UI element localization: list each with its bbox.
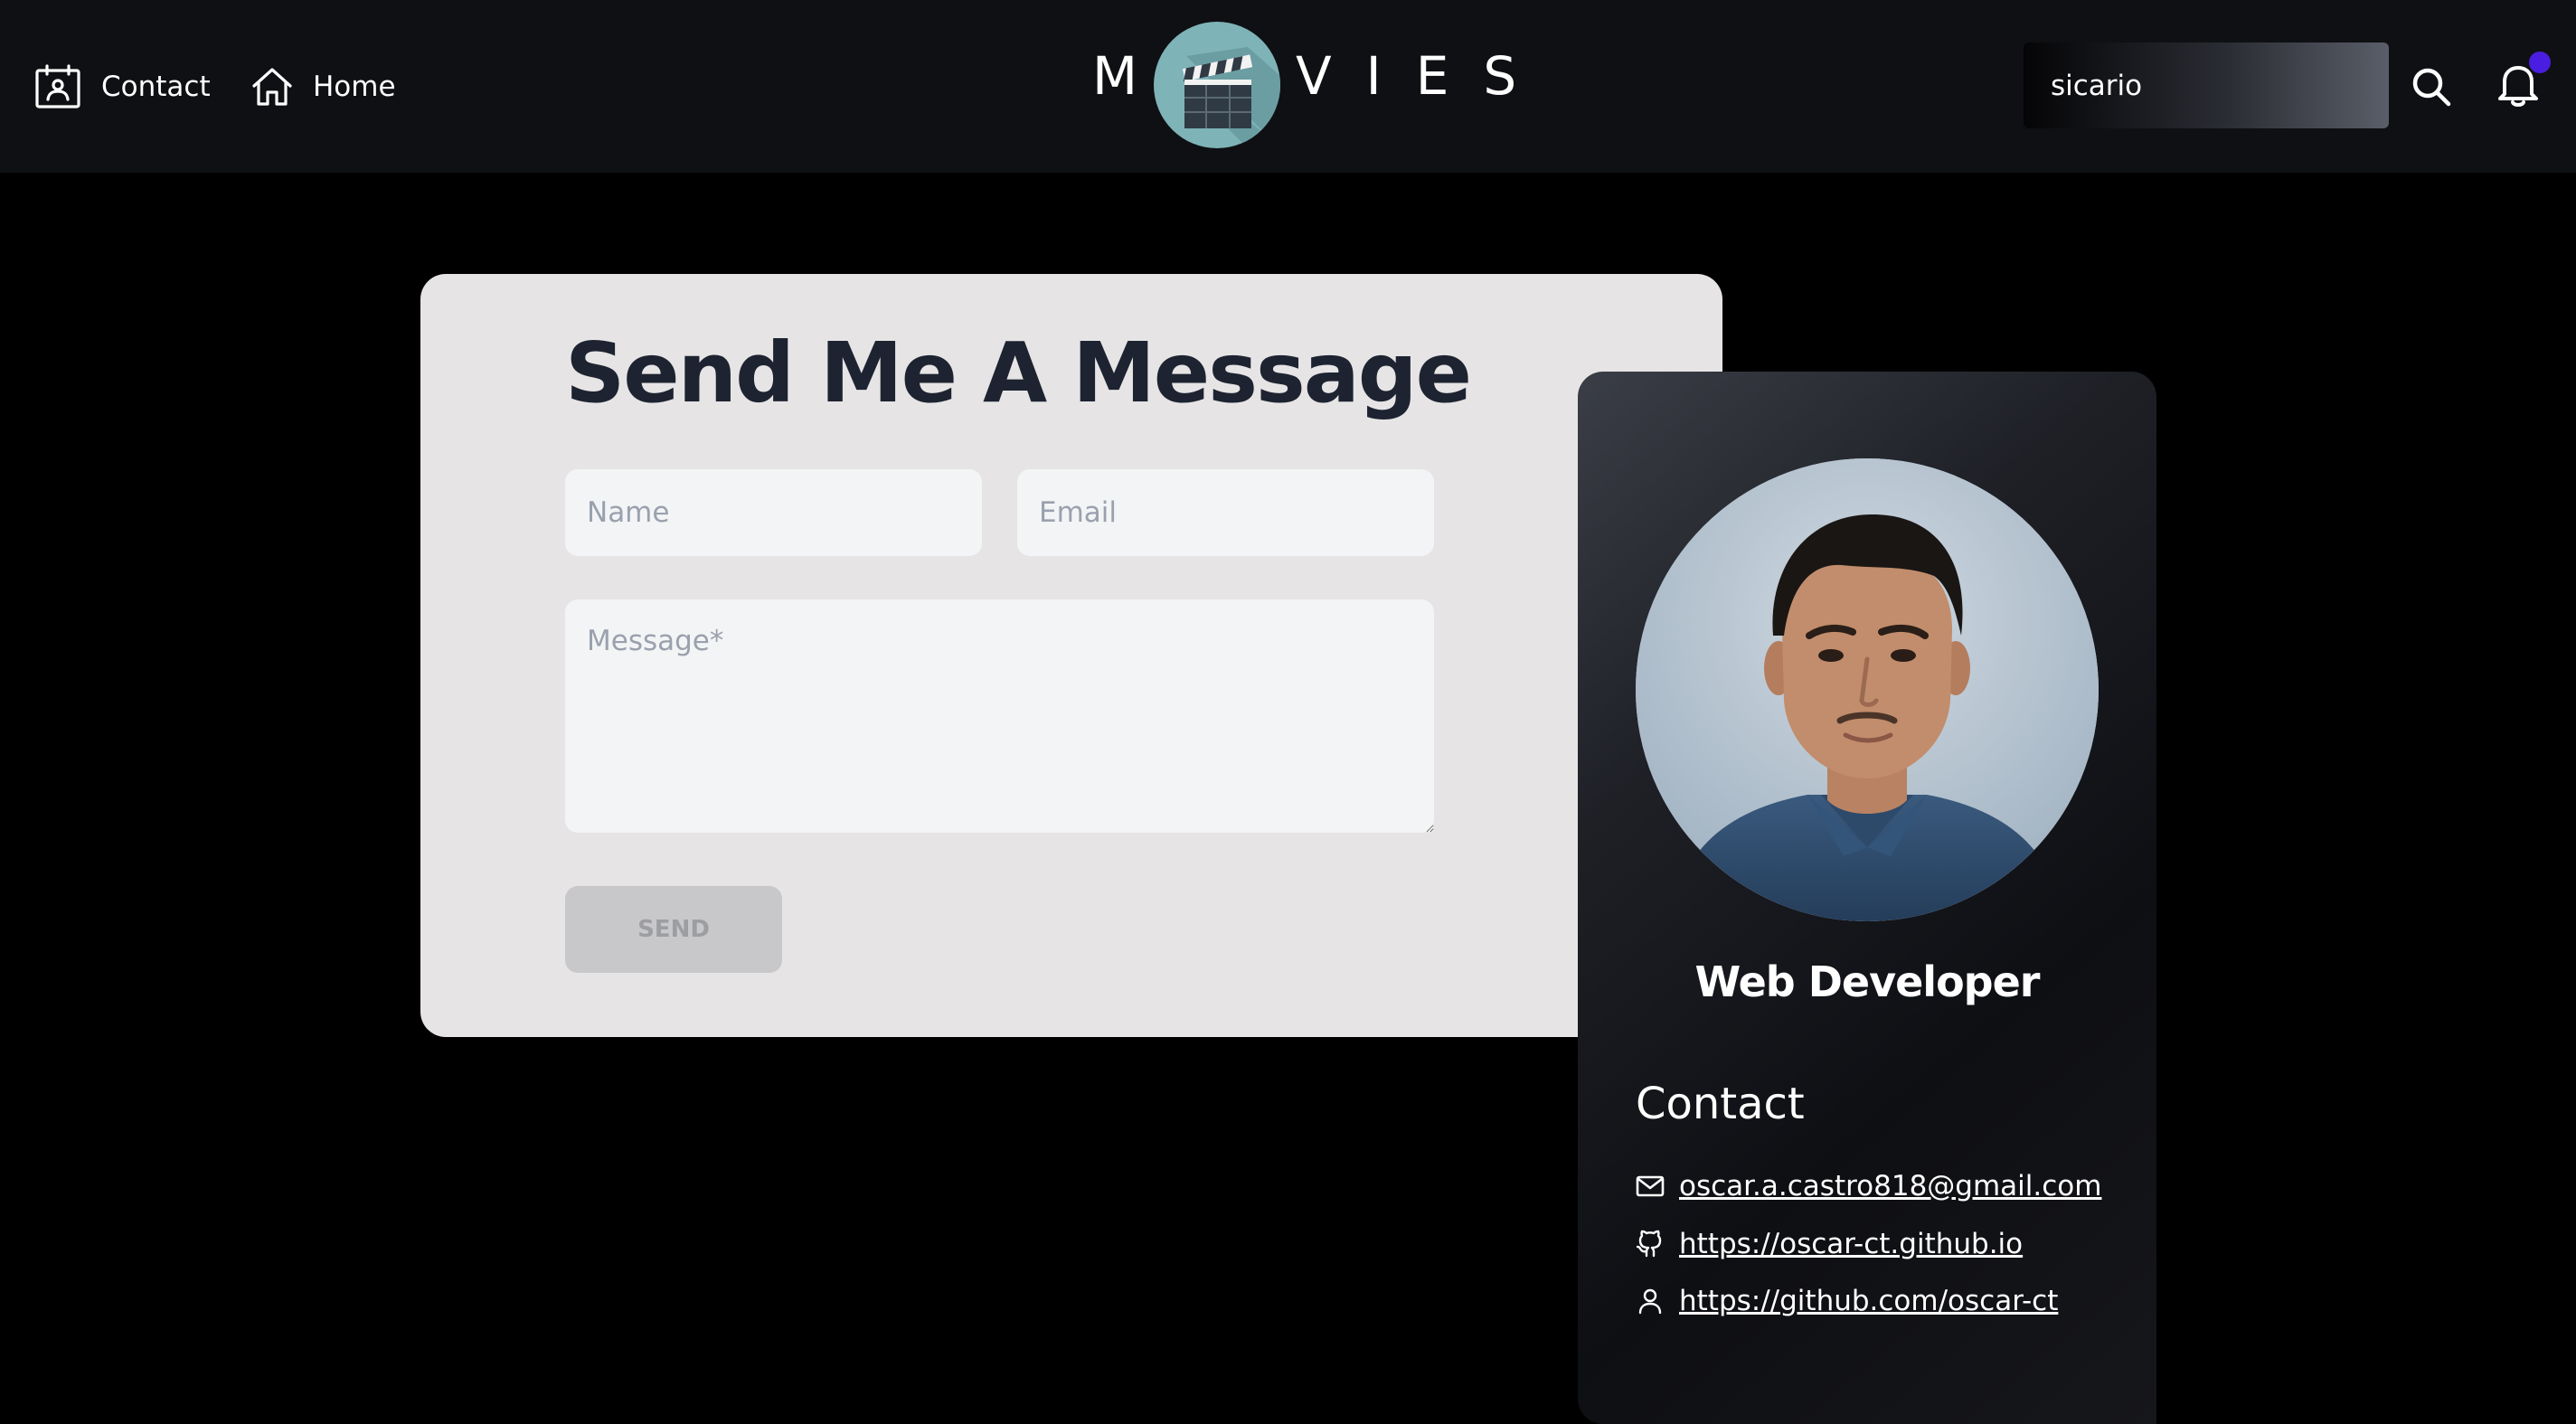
contact-github-link[interactable]: https://github.com/oscar-ct — [1679, 1285, 2058, 1317]
profile-card: Web Developer Contact oscar.a.castro818@… — [1578, 372, 2156, 1424]
profile-role: Web Developer — [1694, 957, 2041, 1006]
contact-website-row: https://oscar-ct.github.io — [1636, 1224, 2023, 1264]
message-field[interactable] — [565, 599, 1434, 833]
search-input[interactable] — [2024, 42, 2389, 128]
contact-github-row: https://github.com/oscar-ct — [1636, 1281, 2058, 1321]
top-navbar: Contact Home M VIES sicario — [0, 0, 2576, 173]
form-title: Send Me A Message — [565, 325, 1472, 421]
notification-dot — [2529, 52, 2551, 73]
film-clapperboard-icon — [1154, 22, 1280, 148]
brand-first-letter: M — [1092, 45, 1138, 107]
user-icon — [1636, 1287, 1665, 1316]
contact-card-icon — [34, 64, 81, 109]
nav-contact-link[interactable]: Contact — [34, 63, 211, 110]
send-button[interactable]: SEND — [565, 886, 782, 973]
mail-icon — [1636, 1174, 1665, 1199]
contact-email-link[interactable]: oscar.a.castro818@gmail.com — [1679, 1170, 2101, 1202]
search-icon[interactable] — [2410, 65, 2453, 108]
brand-rest-letters: VIES — [1296, 45, 1552, 107]
site-logo[interactable]: M VIES — [1092, 22, 1516, 148]
email-field[interactable] — [1017, 469, 1434, 556]
message-form-card: Send Me A Message SEND — [420, 274, 1722, 1037]
avatar — [1636, 458, 2099, 921]
nav-home-link[interactable]: Home — [251, 63, 396, 110]
home-icon — [251, 67, 293, 107]
contact-email-row: oscar.a.castro818@gmail.com — [1636, 1166, 2101, 1206]
contact-website-link[interactable]: https://oscar-ct.github.io — [1679, 1228, 2023, 1260]
name-field[interactable] — [565, 469, 982, 556]
nav-contact-label: Contact — [101, 71, 211, 103]
nav-home-label: Home — [313, 71, 396, 103]
github-icon — [1636, 1230, 1665, 1259]
contact-heading: Contact — [1636, 1079, 1805, 1129]
